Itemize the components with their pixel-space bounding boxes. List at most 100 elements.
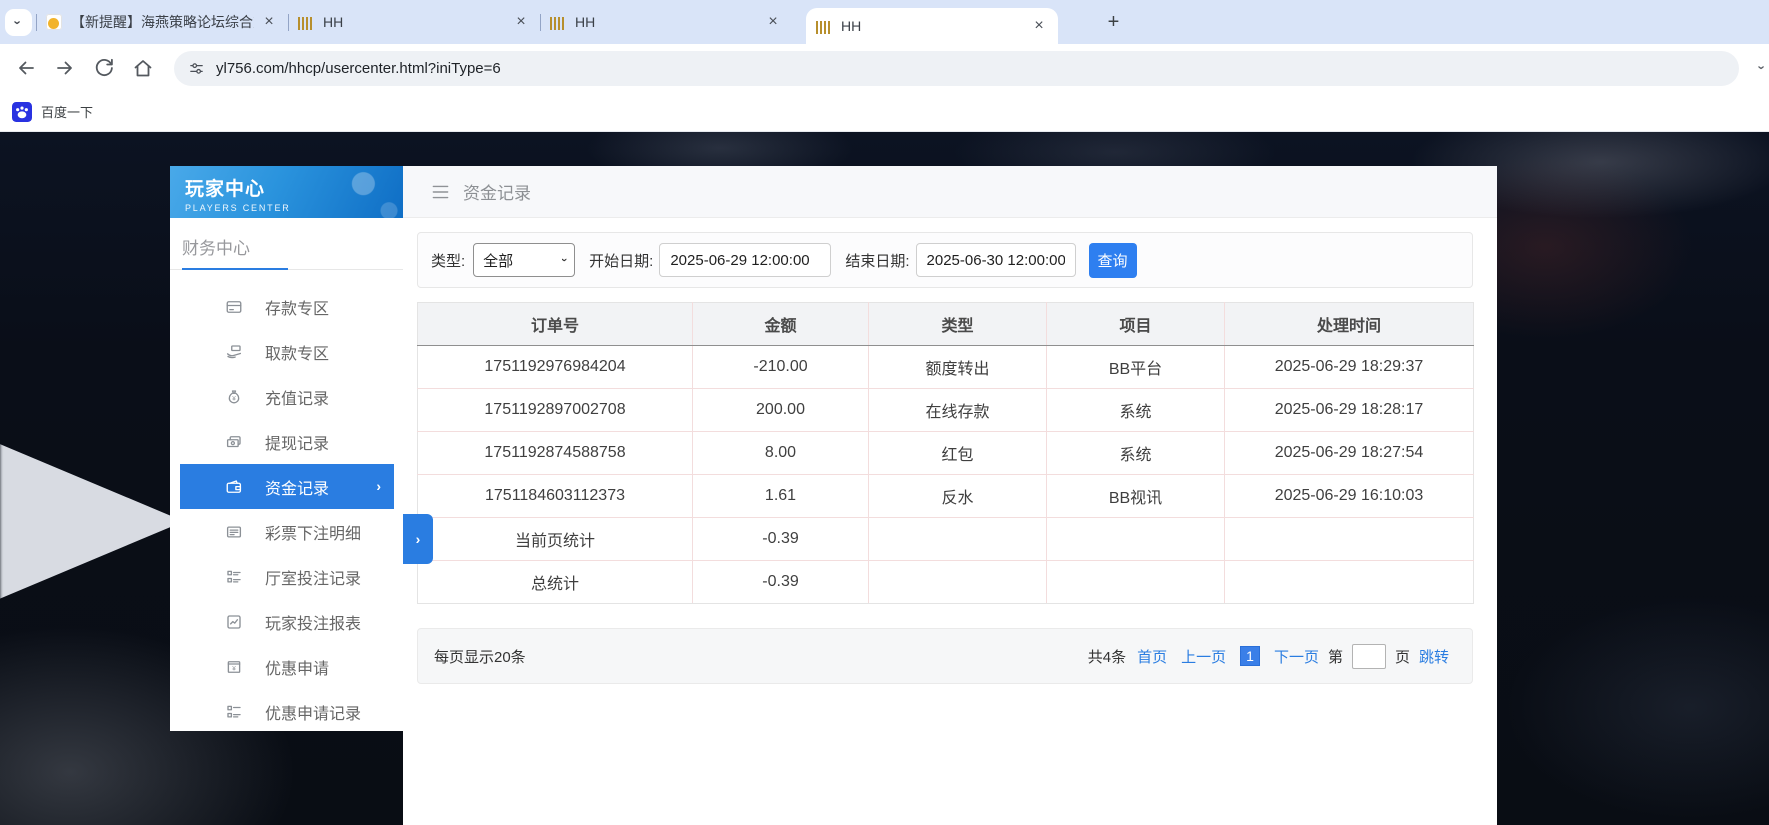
reload-icon [95, 58, 113, 77]
jump-suffix-label: 页 [1394, 648, 1410, 666]
page-size-text: 每页显示20条 [434, 648, 526, 666]
background-triangle-graphic [0, 444, 184, 599]
tab-title: HH [841, 18, 862, 34]
icon-withdraw [225, 343, 243, 361]
cell-order-no: 1751184603112373 [417, 474, 693, 518]
gold-favicon [816, 20, 832, 34]
start-date-input[interactable] [659, 243, 832, 277]
search-button[interactable]: 查询 [1088, 242, 1137, 278]
menu-icon [432, 185, 449, 198]
sidebar-item[interactable]: 充值记录 › [170, 374, 403, 419]
table-row: 1751192897002708 200.00 在线存款 系统 2025-06-… [417, 388, 1474, 432]
sidebar-title: 玩家中心 [185, 179, 266, 200]
back-button[interactable] [14, 56, 38, 80]
type-select-value: 全部 [483, 252, 514, 270]
tab-search-button[interactable]: › [5, 9, 32, 36]
table-body: 1751192976984204 -210.00 额度转出 BB平台 2025-… [417, 345, 1474, 604]
cell-order-no: 当前页统计 [417, 517, 693, 561]
sidebar-item[interactable]: 提现记录 › [170, 419, 403, 464]
address-bar[interactable]: yl756.com/hhcp/usercenter.html?iniType=6 [174, 50, 1739, 86]
table-header-row: 订单号 金额 类型 项目 处理时间 [417, 302, 1474, 346]
header-order-no: 订单号 [417, 302, 693, 346]
home-icon [134, 60, 152, 77]
chevron-down-icon: › [11, 20, 26, 25]
sidebar-item-label: 厅室投注记录 [265, 570, 362, 588]
new-tab-button[interactable]: + [1100, 9, 1127, 36]
cell-order-no: 总统计 [417, 560, 693, 604]
cell-process-time: 2025-06-29 16:10:03 [1224, 474, 1474, 518]
sidebar-item-label: 取款专区 [265, 345, 330, 363]
expand-handle[interactable]: › [403, 514, 433, 564]
sidebar-item[interactable]: 取款专区 › [170, 329, 403, 374]
sidebar-item[interactable]: 玩家投注报表 › [170, 599, 403, 644]
next-page-link[interactable]: 下一页 [1274, 646, 1319, 667]
table-row: 1751192874588758 8.00 红包 系统 2025-06-29 1… [417, 431, 1474, 475]
cell-project [1046, 517, 1225, 561]
sidebar-item[interactable]: 资金记录 › [180, 464, 394, 509]
cell-process-time: 2025-06-29 18:29:37 [1224, 345, 1474, 389]
forward-button[interactable] [53, 56, 77, 80]
cell-project: BB平台 [1046, 345, 1225, 389]
select-dropdown-icon: › [557, 258, 570, 262]
jump-link[interactable]: 跳转 [1419, 646, 1449, 667]
toolbar-overflow-chevron-icon[interactable]: › [1754, 65, 1769, 69]
baidu-favicon [12, 101, 32, 122]
header-process-time: 处理时间 [1224, 302, 1474, 346]
tab-close-icon[interactable]: × [1030, 17, 1048, 35]
cell-amount: 200.00 [692, 388, 869, 432]
prev-page-link[interactable]: 上一页 [1181, 646, 1226, 667]
sidebar-item-label: 优惠申请 [265, 660, 330, 678]
home-button[interactable] [131, 56, 155, 80]
tab-title: 【新提醒】海燕策略论坛综合交 [71, 14, 254, 30]
page-header: 资金记录 [403, 166, 1497, 218]
start-date-label: 开始日期: [589, 252, 654, 270]
cell-amount: -210.00 [692, 345, 869, 389]
cell-order-no: 1751192874588758 [417, 431, 693, 475]
page-number-input[interactable] [1351, 643, 1386, 669]
first-page-link[interactable]: 首页 [1137, 646, 1167, 667]
webpage: 玩家中心 PLAYERS CENTER 财务中心 存款专区 › 取款专区 [0, 132, 1769, 825]
end-date-input[interactable] [915, 243, 1076, 277]
tab-close-icon[interactable]: × [512, 13, 530, 31]
bookmark-baidu[interactable]: 百度一下 [12, 101, 93, 122]
browser-tab[interactable]: HH × [288, 0, 540, 44]
reload-button[interactable] [92, 56, 116, 80]
cell-project: 系统 [1046, 388, 1225, 432]
sidebar-item[interactable]: 存款专区 › [170, 284, 403, 329]
current-page-badge[interactable]: 1 [1240, 646, 1260, 666]
end-date-label: 结束日期: [845, 252, 910, 270]
tab-close-icon[interactable]: × [764, 13, 782, 31]
sidebar-item-label: 彩票下注明细 [265, 525, 362, 543]
sidebar-item[interactable]: 厅室投注记录 › [170, 554, 403, 599]
section-title: 财务中心 [182, 239, 250, 258]
type-select[interactable]: 全部 › [473, 243, 576, 277]
url-text[interactable]: yl756.com/hhcp/usercenter.html?iniType=6 [216, 60, 501, 77]
sidebar-item[interactable]: 优惠申请记录 › [170, 689, 403, 734]
browser-tab[interactable]: HH × [806, 8, 1058, 44]
fund-records-table: 订单号 金额 类型 项目 处理时间 1751192976984204 -210.… [417, 302, 1474, 604]
tab-strip: › 【新提醒】海燕策略论坛综合交 × HH × HH × HH × + [0, 0, 1769, 44]
header-project: 项目 [1046, 302, 1225, 346]
cell-type [868, 517, 1047, 561]
cell-amount: -0.39 [692, 517, 869, 561]
sidebar-menu: 存款专区 › 取款专区 › 充值记录 › [170, 284, 403, 734]
site-settings-icon[interactable] [188, 60, 205, 77]
forward-arrow-icon [57, 61, 72, 75]
cell-process-time [1224, 560, 1474, 604]
type-label: 类型: [431, 252, 466, 270]
table-row: 总统计 -0.39 [417, 560, 1474, 604]
back-arrow-icon [19, 61, 34, 75]
cell-amount: -0.39 [692, 560, 869, 604]
browser-tab[interactable]: HH × [540, 0, 792, 44]
page-title: 资金记录 [463, 184, 531, 203]
browser-tab[interactable]: 【新提醒】海燕策略论坛综合交 × [36, 0, 288, 44]
cell-amount: 1.61 [692, 474, 869, 518]
tab-close-icon[interactable]: × [260, 13, 278, 31]
sidebar-item[interactable]: 优惠申请 › [170, 644, 403, 689]
sidebar-item[interactable]: 彩票下注明细 › [170, 509, 403, 554]
filter-bar: 类型: 全部 › 开始日期: 结束日期: 查询 [417, 232, 1473, 288]
cell-project [1046, 560, 1225, 604]
header-amount: 金额 [692, 302, 869, 346]
cell-type [868, 560, 1047, 604]
players-center-header: 玩家中心 PLAYERS CENTER [170, 166, 403, 218]
